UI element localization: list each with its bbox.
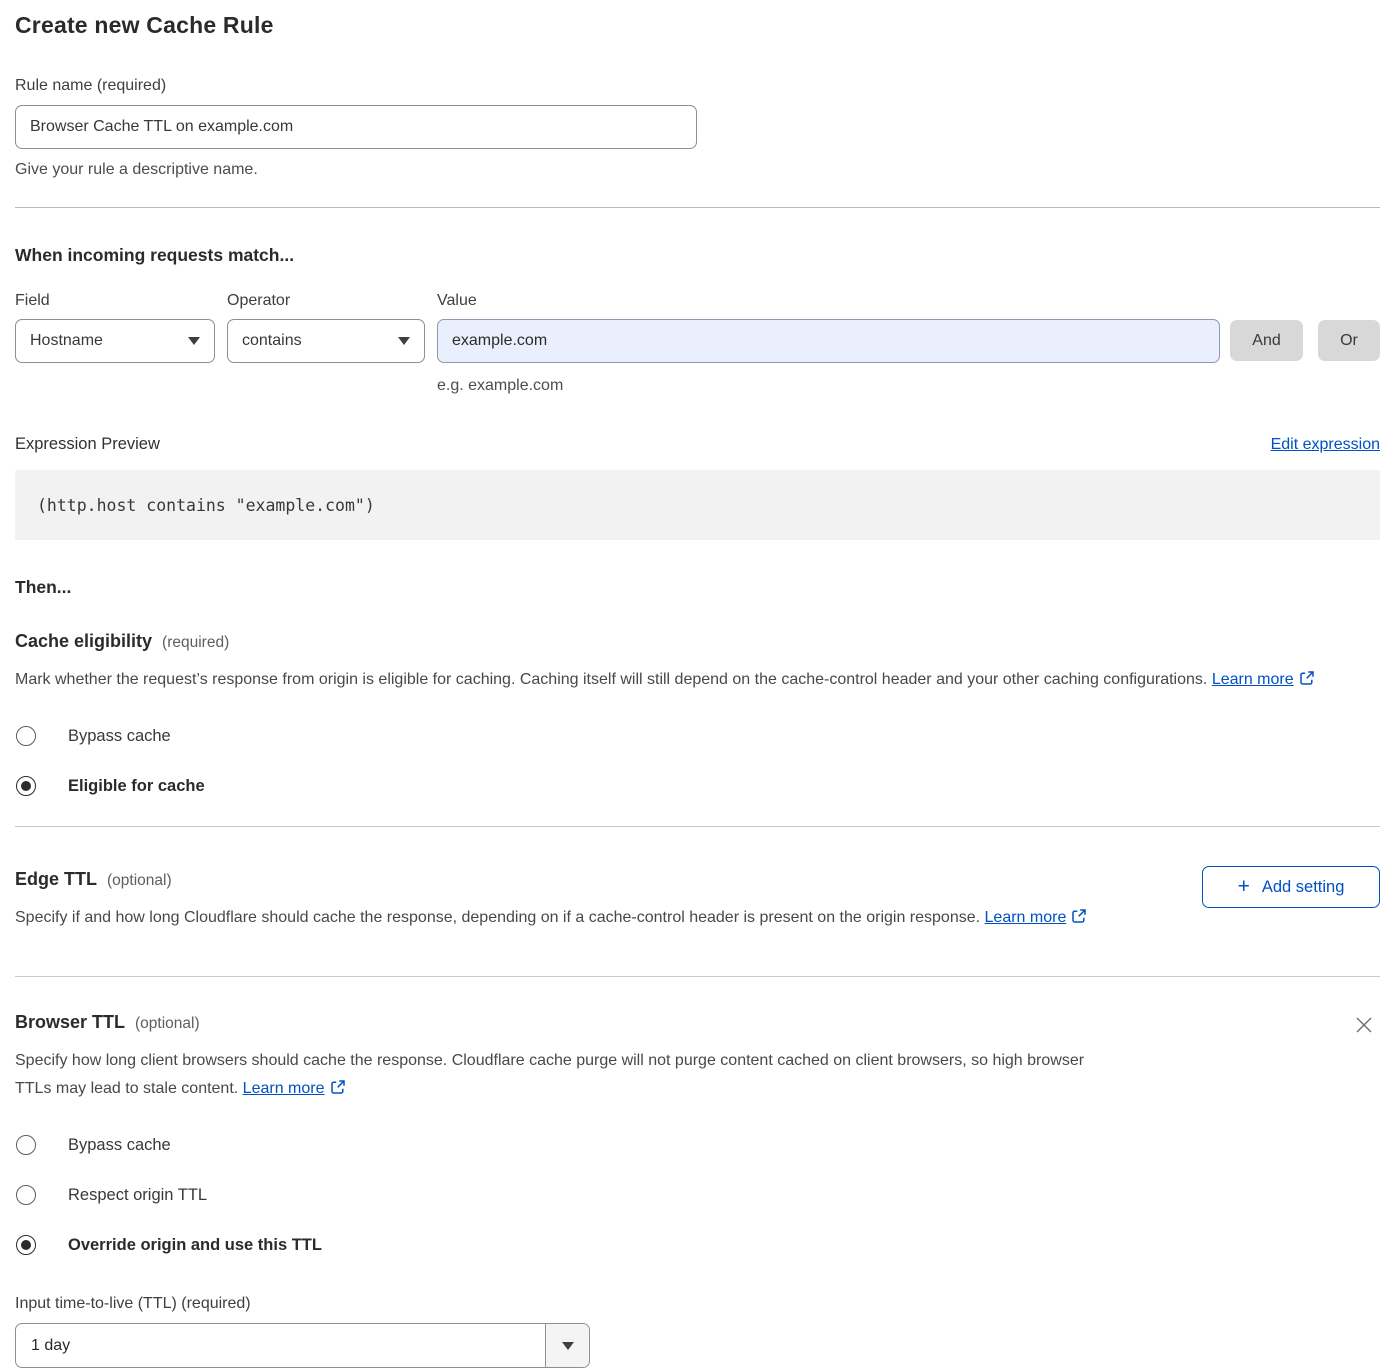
add-setting-button[interactable]: + Add setting xyxy=(1202,866,1380,908)
radio-label: Respect origin TTL xyxy=(68,1186,207,1205)
value-column: e.g. example.com xyxy=(437,319,1220,395)
browser-ttl-description: Specify how long client browsers should … xyxy=(15,1047,1105,1105)
radio-selected-icon xyxy=(16,776,36,796)
cache-eligibility-title: Cache eligibility xyxy=(15,631,152,652)
match-condition-row: Hostname contains e.g. example.com And O… xyxy=(15,319,1380,395)
radio-bypass-cache[interactable]: Bypass cache xyxy=(15,726,1380,746)
cache-eligibility-description: Mark whether the request’s response from… xyxy=(15,666,1360,696)
edge-ttl-description-text: Specify if and how long Cloudflare shoul… xyxy=(15,909,980,926)
browser-ttl-description-text: Specify how long client browsers should … xyxy=(15,1052,1084,1097)
radio-icon xyxy=(16,1135,36,1155)
operator-select-value: contains xyxy=(242,332,302,350)
edge-ttl-learn-more-link[interactable]: Learn more xyxy=(985,909,1067,926)
cache-eligibility-description-text: Mark whether the request’s response from… xyxy=(15,671,1207,688)
and-button[interactable]: And xyxy=(1230,320,1303,361)
cache-eligibility-section: Cache eligibility (required) Mark whethe… xyxy=(15,631,1380,796)
radio-label: Bypass cache xyxy=(68,727,171,746)
close-icon[interactable] xyxy=(1352,1014,1376,1038)
edge-ttl-optional-badge: (optional) xyxy=(107,872,172,890)
field-select-value: Hostname xyxy=(30,332,103,350)
browser-ttl-title: Browser TTL xyxy=(15,1012,125,1033)
browser-ttl-optional-badge: (optional) xyxy=(135,1015,200,1033)
radio-override-origin-ttl[interactable]: Override origin and use this TTL xyxy=(15,1235,1380,1255)
page-title: Create new Cache Rule xyxy=(15,12,1380,39)
ttl-select-caret-button[interactable] xyxy=(545,1324,589,1367)
edge-ttl-description: Specify if and how long Cloudflare shoul… xyxy=(15,904,1115,934)
chevron-down-icon xyxy=(398,337,410,345)
or-button[interactable]: Or xyxy=(1318,320,1380,361)
radio-label: Override origin and use this TTL xyxy=(68,1236,322,1255)
radio-respect-origin-ttl[interactable]: Respect origin TTL xyxy=(15,1185,1380,1205)
field-label: Field xyxy=(15,292,227,310)
radio-icon xyxy=(16,726,36,746)
ttl-select[interactable]: 1 day xyxy=(15,1323,590,1368)
edge-ttl-title: Edge TTL xyxy=(15,869,97,890)
expression-code-block: (http.host contains "example.com") xyxy=(15,470,1380,540)
rule-name-input[interactable] xyxy=(15,105,697,149)
section-divider xyxy=(15,207,1380,208)
edit-expression-link[interactable]: Edit expression xyxy=(1271,436,1380,454)
radio-label: Eligible for cache xyxy=(68,777,205,796)
browser-ttl-learn-more-link[interactable]: Learn more xyxy=(243,1080,325,1097)
value-input[interactable] xyxy=(437,319,1220,363)
chevron-down-icon xyxy=(188,337,200,345)
operator-select[interactable]: contains xyxy=(227,319,425,363)
value-hint: e.g. example.com xyxy=(437,377,1220,395)
field-select[interactable]: Hostname xyxy=(15,319,215,363)
add-setting-label: Add setting xyxy=(1262,878,1345,897)
radio-browser-bypass-cache[interactable]: Bypass cache xyxy=(15,1135,1380,1155)
edge-ttl-header: Edge TTL (optional) xyxy=(15,869,1380,890)
chevron-down-icon xyxy=(562,1342,574,1350)
rule-name-help: Give your rule a descriptive name. xyxy=(15,161,1380,179)
rule-name-label: Rule name (required) xyxy=(15,77,1380,95)
expression-header: Expression Preview Edit expression xyxy=(15,435,1380,454)
cache-eligibility-required-badge: (required) xyxy=(162,634,229,652)
create-cache-rule-form: Create new Cache Rule Rule name (require… xyxy=(0,0,1400,1368)
section-divider xyxy=(15,976,1380,977)
radio-eligible-for-cache[interactable]: Eligible for cache xyxy=(15,776,1380,796)
ttl-input-label: Input time-to-live (TTL) (required) xyxy=(15,1295,1380,1313)
browser-ttl-header: Browser TTL (optional) xyxy=(15,1012,1380,1033)
cache-eligibility-header: Cache eligibility (required) xyxy=(15,631,1380,652)
external-link-icon xyxy=(1299,668,1315,696)
radio-label: Bypass cache xyxy=(68,1136,171,1155)
radio-selected-icon xyxy=(16,1235,36,1255)
cache-eligibility-learn-more-link[interactable]: Learn more xyxy=(1212,671,1294,688)
ttl-select-value: 1 day xyxy=(16,1324,545,1367)
section-divider xyxy=(15,826,1380,827)
external-link-icon xyxy=(1071,906,1087,934)
external-link-icon xyxy=(330,1077,346,1105)
value-label: Value xyxy=(437,292,477,310)
edge-ttl-section: + Add setting Edge TTL (optional) Specif… xyxy=(15,869,1380,934)
plus-icon: + xyxy=(1238,876,1250,897)
match-heading: When incoming requests match... xyxy=(15,245,1380,266)
expression-preview-label: Expression Preview xyxy=(15,435,160,454)
browser-ttl-section: Browser TTL (optional) Specify how long … xyxy=(15,1012,1380,1368)
radio-icon xyxy=(16,1185,36,1205)
match-column-labels: Field Operator Value xyxy=(15,292,1380,310)
then-heading: Then... xyxy=(15,577,1380,598)
operator-label: Operator xyxy=(227,292,437,310)
